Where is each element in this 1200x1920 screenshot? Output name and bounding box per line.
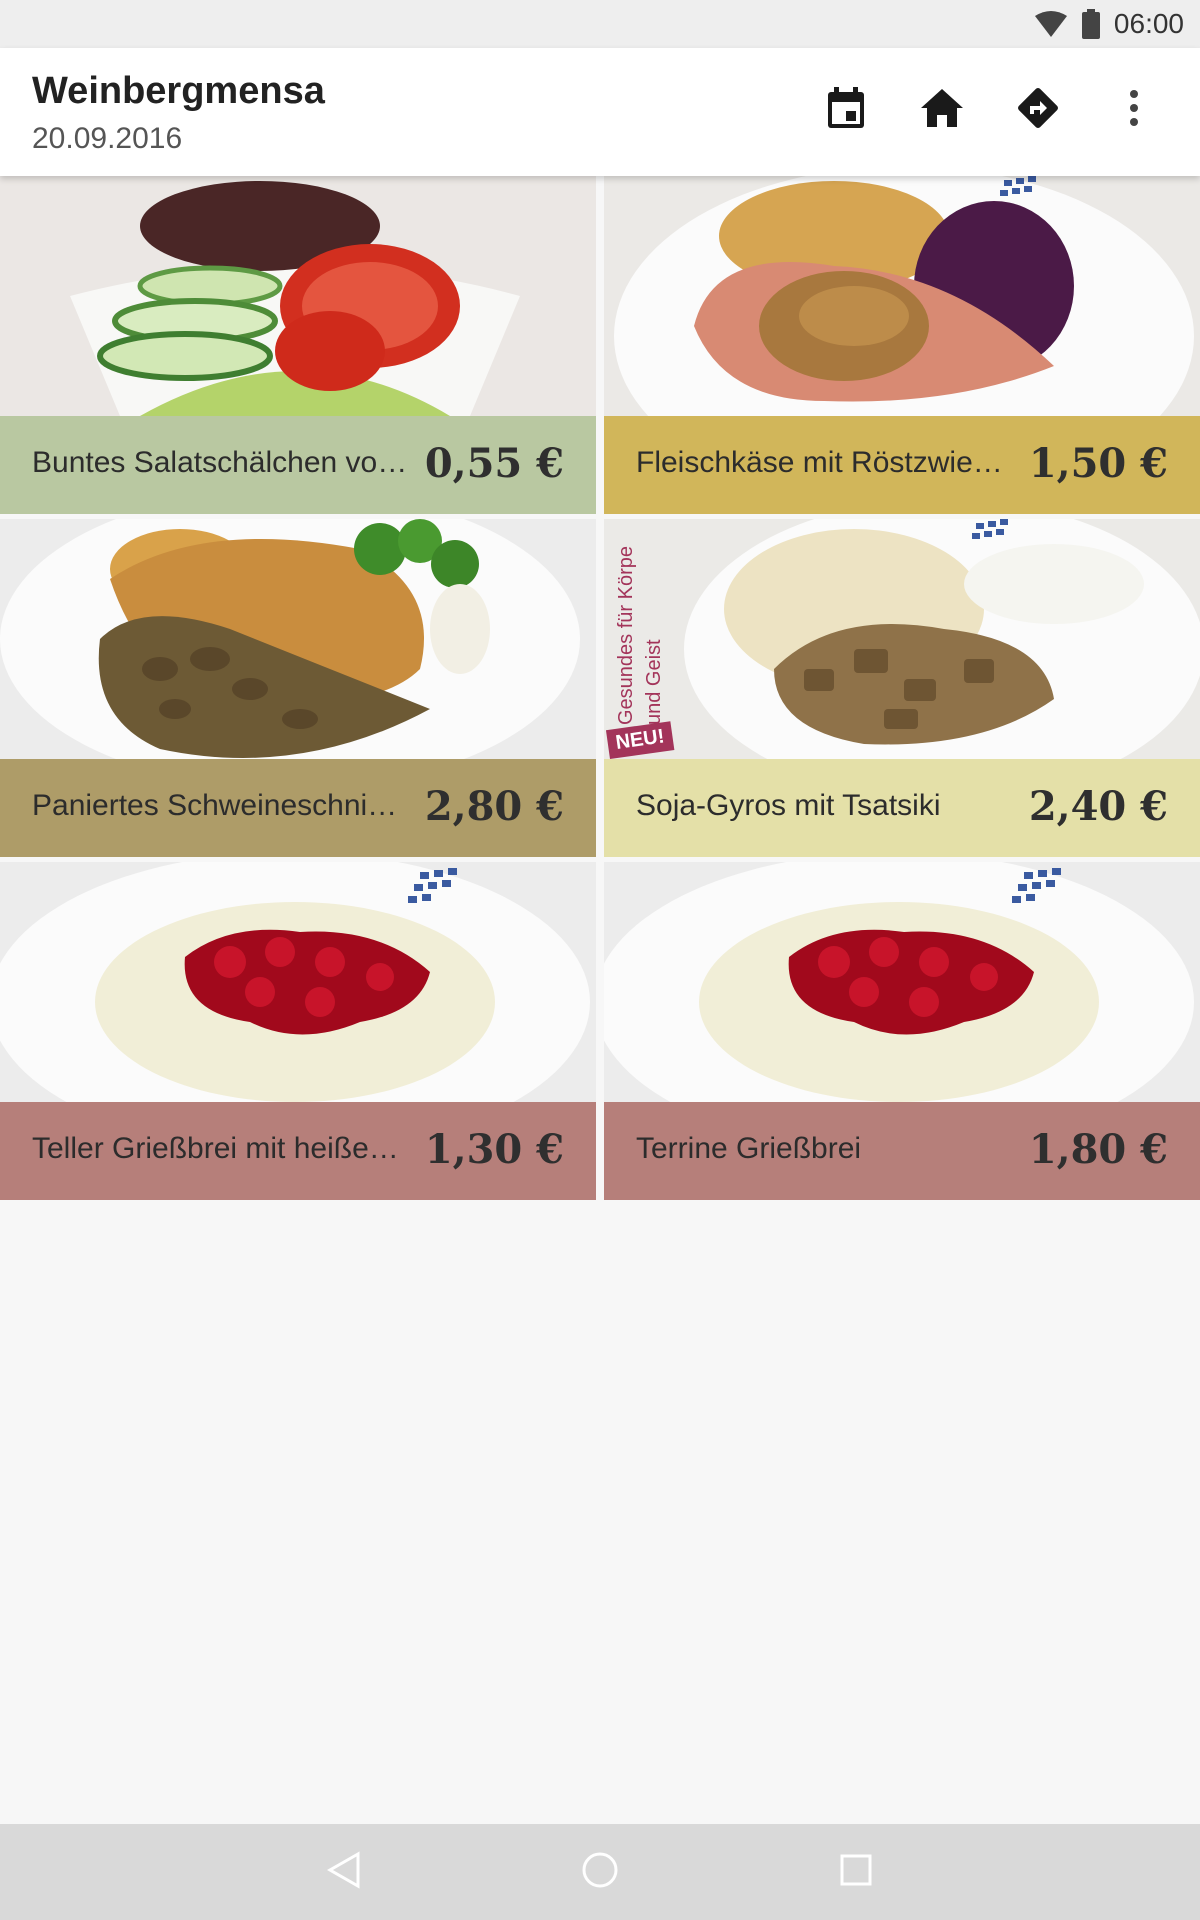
more-options-button[interactable] <box>1086 78 1182 142</box>
home-icon <box>921 88 963 132</box>
meal-price: 1,80 € <box>1028 1126 1168 1173</box>
promo-line-1: Gesundes für Körpe <box>616 546 637 725</box>
directions-icon <box>1016 86 1060 135</box>
meal-card[interactable]: Paniertes Schweineschni… 2,80 € <box>0 519 596 857</box>
recents-icon <box>836 1850 876 1895</box>
meal-card[interactable]: Teller Grießbrei mit heiße… 1,30 € <box>0 862 596 1200</box>
back-button[interactable] <box>314 1842 374 1902</box>
meal-photo <box>0 519 596 759</box>
meal-name: Soja-Gyros mit Tsatsiki <box>636 789 941 822</box>
meal-caption: Soja-Gyros mit Tsatsiki 2,40 € <box>604 759 1200 857</box>
meal-photo: Gesundes für Körpe und Geist NEU! <box>604 519 1200 759</box>
meal-caption: Paniertes Schweineschni… 2,80 € <box>0 759 596 857</box>
meal-photo <box>604 862 1200 1102</box>
page-date: 20.09.2016 <box>32 122 183 155</box>
status-bar: 06:00 <box>0 0 1200 48</box>
meal-name: Fleischkäse mit Röstzwie… <box>636 446 1003 479</box>
directions-button[interactable] <box>990 78 1086 142</box>
promo-line-2: und Geist <box>643 639 665 725</box>
page-title: Weinbergmensa <box>32 70 325 112</box>
meal-price: 2,80 € <box>424 783 564 830</box>
meal-price: 2,40 € <box>1028 783 1168 830</box>
meal-caption: Teller Grießbrei mit heiße… 1,30 € <box>0 1102 596 1200</box>
meal-name: Teller Grießbrei mit heiße… <box>32 1132 399 1165</box>
home-circle-icon <box>580 1850 620 1895</box>
meal-name: Paniertes Schweineschni… <box>32 789 398 822</box>
meal-price: 1,50 € <box>1028 440 1168 487</box>
meal-caption: Buntes Salatschälchen vo… 0,55 € <box>0 416 596 514</box>
battery-icon <box>1081 9 1100 39</box>
back-icon <box>324 1850 364 1895</box>
calendar-button[interactable] <box>798 78 894 142</box>
meal-caption: Terrine Grießbrei 1,80 € <box>604 1102 1200 1200</box>
home-nav-button[interactable] <box>570 1842 630 1902</box>
toolbar-actions <box>798 78 1182 142</box>
system-nav-bar <box>0 1824 1200 1920</box>
meal-price: 1,30 € <box>424 1126 564 1173</box>
meal-photo <box>0 176 596 416</box>
calendar-icon <box>826 86 866 134</box>
meal-photo <box>0 862 596 1102</box>
meal-name: Terrine Grießbrei <box>636 1132 862 1165</box>
clock: 06:00 <box>1113 8 1184 39</box>
promo-side-text: Gesundes für Körpe und Geist <box>615 525 672 725</box>
meal-card[interactable]: Terrine Grießbrei 1,80 € <box>604 862 1200 1200</box>
meal-name: Buntes Salatschälchen vo… <box>32 446 408 479</box>
meal-price: 0,55 € <box>424 440 564 487</box>
recents-button[interactable] <box>826 1842 886 1902</box>
home-button[interactable] <box>894 78 990 142</box>
meal-caption: Fleischkäse mit Röstzwie… 1,50 € <box>604 416 1200 514</box>
meal-card[interactable]: Gesundes für Körpe und Geist NEU! Soja-G… <box>604 519 1200 857</box>
meal-photo <box>604 176 1200 416</box>
wifi-icon <box>1034 10 1068 38</box>
app-bar: Weinbergmensa 20.09.2016 <box>0 48 1200 176</box>
meal-card[interactable]: Fleischkäse mit Röstzwie… 1,50 € <box>604 176 1200 514</box>
more-vert-icon <box>1129 89 1139 131</box>
meal-card[interactable]: Buntes Salatschälchen vo… 0,55 € <box>0 176 596 514</box>
